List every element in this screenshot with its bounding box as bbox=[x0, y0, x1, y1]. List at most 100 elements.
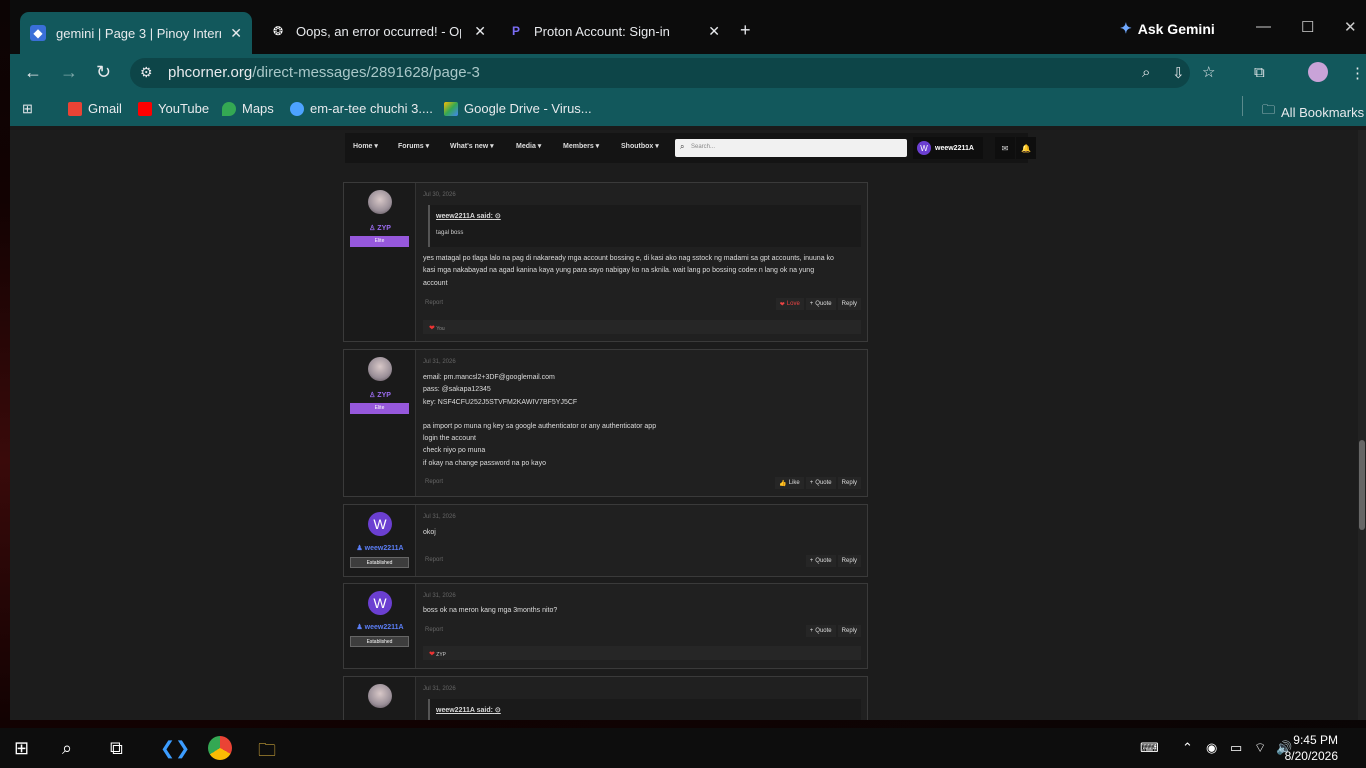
task-view-icon[interactable]: ⧉ bbox=[110, 738, 123, 759]
post-date[interactable]: Jul 31, 2026 bbox=[423, 593, 456, 599]
bookmark-maps[interactable]: Maps bbox=[222, 101, 274, 116]
profile-avatar[interactable] bbox=[1308, 62, 1328, 82]
wifi-icon[interactable]: ⌔ bbox=[1254, 740, 1266, 756]
reply-button[interactable]: Reply bbox=[837, 555, 861, 567]
windows-start-icon[interactable]: ⊞ bbox=[14, 738, 29, 759]
close-tab-icon[interactable]: ✕ bbox=[230, 25, 242, 42]
avatar[interactable] bbox=[368, 684, 392, 708]
tab-proton[interactable]: P Proton Account: Sign-in ✕ bbox=[498, 14, 730, 48]
post-date[interactable]: Jul 31, 2026 bbox=[423, 514, 456, 520]
quote-button[interactable]: + Quote bbox=[805, 477, 836, 489]
post-username[interactable]: ♟ weew2211A bbox=[344, 623, 416, 631]
quote-button[interactable]: + Quote bbox=[805, 625, 836, 637]
button-label: Quote bbox=[815, 480, 832, 486]
report-link[interactable]: Report bbox=[425, 300, 443, 306]
nav-members[interactable]: Members ▾ bbox=[563, 142, 599, 150]
tab-gemini[interactable]: ◆ gemini | Page 3 | Pinoy Internet ✕ bbox=[20, 12, 252, 54]
reaction-bar[interactable]: ❤ You bbox=[423, 320, 861, 334]
report-link[interactable]: Report bbox=[425, 627, 443, 633]
avatar[interactable]: W bbox=[368, 512, 392, 536]
like-button[interactable]: 👍 Like bbox=[775, 477, 804, 489]
chevron-up-icon[interactable]: ⌃ bbox=[1182, 740, 1193, 756]
inbox-icon[interactable]: ✉ bbox=[995, 137, 1015, 159]
button-label: Like bbox=[788, 480, 800, 486]
minimize-button[interactable]: — bbox=[1256, 18, 1271, 35]
quote-button[interactable]: + Quote bbox=[805, 298, 836, 310]
zoom-icon[interactable]: ⌕ bbox=[1142, 64, 1150, 81]
nav-label: Media bbox=[516, 143, 536, 150]
post-username[interactable]: ♟ weew2211A bbox=[344, 544, 416, 552]
report-link[interactable]: Report bbox=[425, 479, 443, 485]
avatar[interactable] bbox=[368, 190, 392, 214]
bookmark-label: Maps bbox=[242, 101, 274, 116]
chrome-icon[interactable] bbox=[208, 736, 232, 760]
nav-home[interactable]: Home ▾ bbox=[353, 142, 378, 150]
clock-time: 9:45 PM bbox=[1293, 733, 1338, 747]
bookmark-gmail[interactable]: Gmail bbox=[68, 101, 122, 116]
post-date[interactable]: Jul 30, 2026 bbox=[423, 192, 456, 198]
url-text: phcorner.org/direct-messages/2891628/pag… bbox=[168, 64, 480, 81]
new-tab-button[interactable]: + bbox=[740, 20, 751, 41]
keyboard-icon[interactable]: ⌨ bbox=[1140, 740, 1159, 756]
address-bar[interactable]: ⚙ phcorner.org/direct-messages/2891628/p… bbox=[130, 58, 1215, 88]
message-post: W ♟ weew2211A Established Jul 31, 2026 o… bbox=[343, 504, 868, 577]
reload-button[interactable]: ↻ bbox=[96, 62, 111, 83]
search-icon[interactable]: ⌕ bbox=[62, 738, 72, 759]
system-clock[interactable]: 9:45 PM 8/20/2026 bbox=[1285, 732, 1338, 764]
username-text: weew2211A bbox=[364, 545, 404, 552]
bookmark-google-drive[interactable]: Google Drive - Virus... bbox=[444, 101, 592, 116]
avatar[interactable] bbox=[368, 357, 392, 381]
page-scrollbar[interactable] bbox=[1358, 130, 1366, 720]
bookmark-star-icon[interactable]: ☆ bbox=[1202, 63, 1215, 81]
apps-grid-icon[interactable]: ⊞ bbox=[22, 101, 33, 117]
reply-button[interactable]: Reply bbox=[837, 477, 861, 489]
quote-button[interactable]: + Quote bbox=[805, 555, 836, 567]
post-line: if okay na change password na po kayo bbox=[423, 459, 546, 467]
quote-author[interactable]: weew2211A said: ⊙ bbox=[436, 706, 501, 714]
webcam-icon[interactable]: ◉ bbox=[1206, 740, 1217, 756]
scrollbar-thumb[interactable] bbox=[1359, 440, 1365, 530]
post-username[interactable]: ♙ ZYP bbox=[344, 224, 416, 232]
vscode-icon[interactable]: ❮❯ bbox=[160, 738, 190, 759]
extensions-icon[interactable]: ⧉ bbox=[1254, 64, 1265, 81]
nav-forums[interactable]: Forums ▾ bbox=[398, 142, 429, 150]
battery-icon[interactable]: ▭ bbox=[1230, 740, 1242, 756]
reply-button[interactable]: Reply bbox=[837, 625, 861, 637]
reaction-bar[interactable]: ❤ ZYP bbox=[423, 646, 861, 660]
post-date[interactable]: Jul 31, 2026 bbox=[423, 359, 456, 365]
nav-media[interactable]: Media ▾ bbox=[516, 142, 541, 150]
bookmark-em-ar-tee[interactable]: em-ar-tee chuchi 3.... bbox=[290, 101, 433, 116]
install-app-icon[interactable]: ⇩ bbox=[1172, 64, 1185, 82]
post-date[interactable]: Jul 31, 2026 bbox=[423, 686, 456, 692]
love-button[interactable]: ❤ Love bbox=[775, 298, 804, 310]
heart-icon: ❤ bbox=[779, 301, 785, 308]
user-menu[interactable]: Wweew2211A bbox=[913, 137, 983, 159]
avatar[interactable]: W bbox=[368, 591, 392, 615]
nav-shoutbox[interactable]: Shoutbox ▾ bbox=[621, 142, 659, 150]
close-tab-icon[interactable]: ✕ bbox=[708, 23, 720, 40]
nav-whats-new[interactable]: What's new ▾ bbox=[450, 142, 494, 150]
report-link[interactable]: Report bbox=[425, 557, 443, 563]
close-tab-icon[interactable]: ✕ bbox=[474, 23, 486, 40]
windows-taskbar: ⊞ ⌕ ⧉ ❮❯ 🗀 ⌨ ⌃ ◉ ▭ ⌔ 🔊 9:45 PM 8/20/2026 bbox=[0, 728, 1366, 768]
close-window-button[interactable]: ✕ bbox=[1344, 18, 1357, 36]
all-bookmarks-button[interactable]: 🗀 All Bookmarks bbox=[1262, 101, 1364, 123]
button-label: Love bbox=[786, 301, 800, 307]
back-button[interactable]: ← bbox=[24, 62, 42, 83]
post-user-sidebar bbox=[344, 677, 416, 720]
post-username[interactable]: ♙ ZYP bbox=[344, 391, 416, 399]
tab-openai-error[interactable]: ❂ Oops, an error occurred! - Oper ✕ bbox=[260, 14, 496, 48]
forward-button[interactable]: → bbox=[60, 62, 78, 83]
file-explorer-icon[interactable]: 🗀 bbox=[258, 738, 276, 768]
reply-button[interactable]: Reply bbox=[837, 298, 861, 310]
all-bookmarks-label: All Bookmarks bbox=[1281, 104, 1365, 120]
quote-author[interactable]: weew2211A said: ⊙ bbox=[436, 212, 501, 220]
bookmark-youtube[interactable]: YouTube bbox=[138, 101, 209, 116]
menu-kebab-icon[interactable]: ⋮ bbox=[1350, 64, 1365, 82]
ask-gemini-button[interactable]: ✦ Ask Gemini bbox=[1120, 20, 1215, 37]
maximize-button[interactable]: ☐ bbox=[1301, 18, 1314, 36]
alerts-bell-icon[interactable]: 🔔 bbox=[1016, 137, 1036, 159]
site-search-input[interactable]: ⌕ Search... bbox=[675, 139, 907, 157]
nav-label: Members bbox=[563, 143, 594, 150]
site-info-icon[interactable]: ⚙ bbox=[140, 64, 153, 81]
